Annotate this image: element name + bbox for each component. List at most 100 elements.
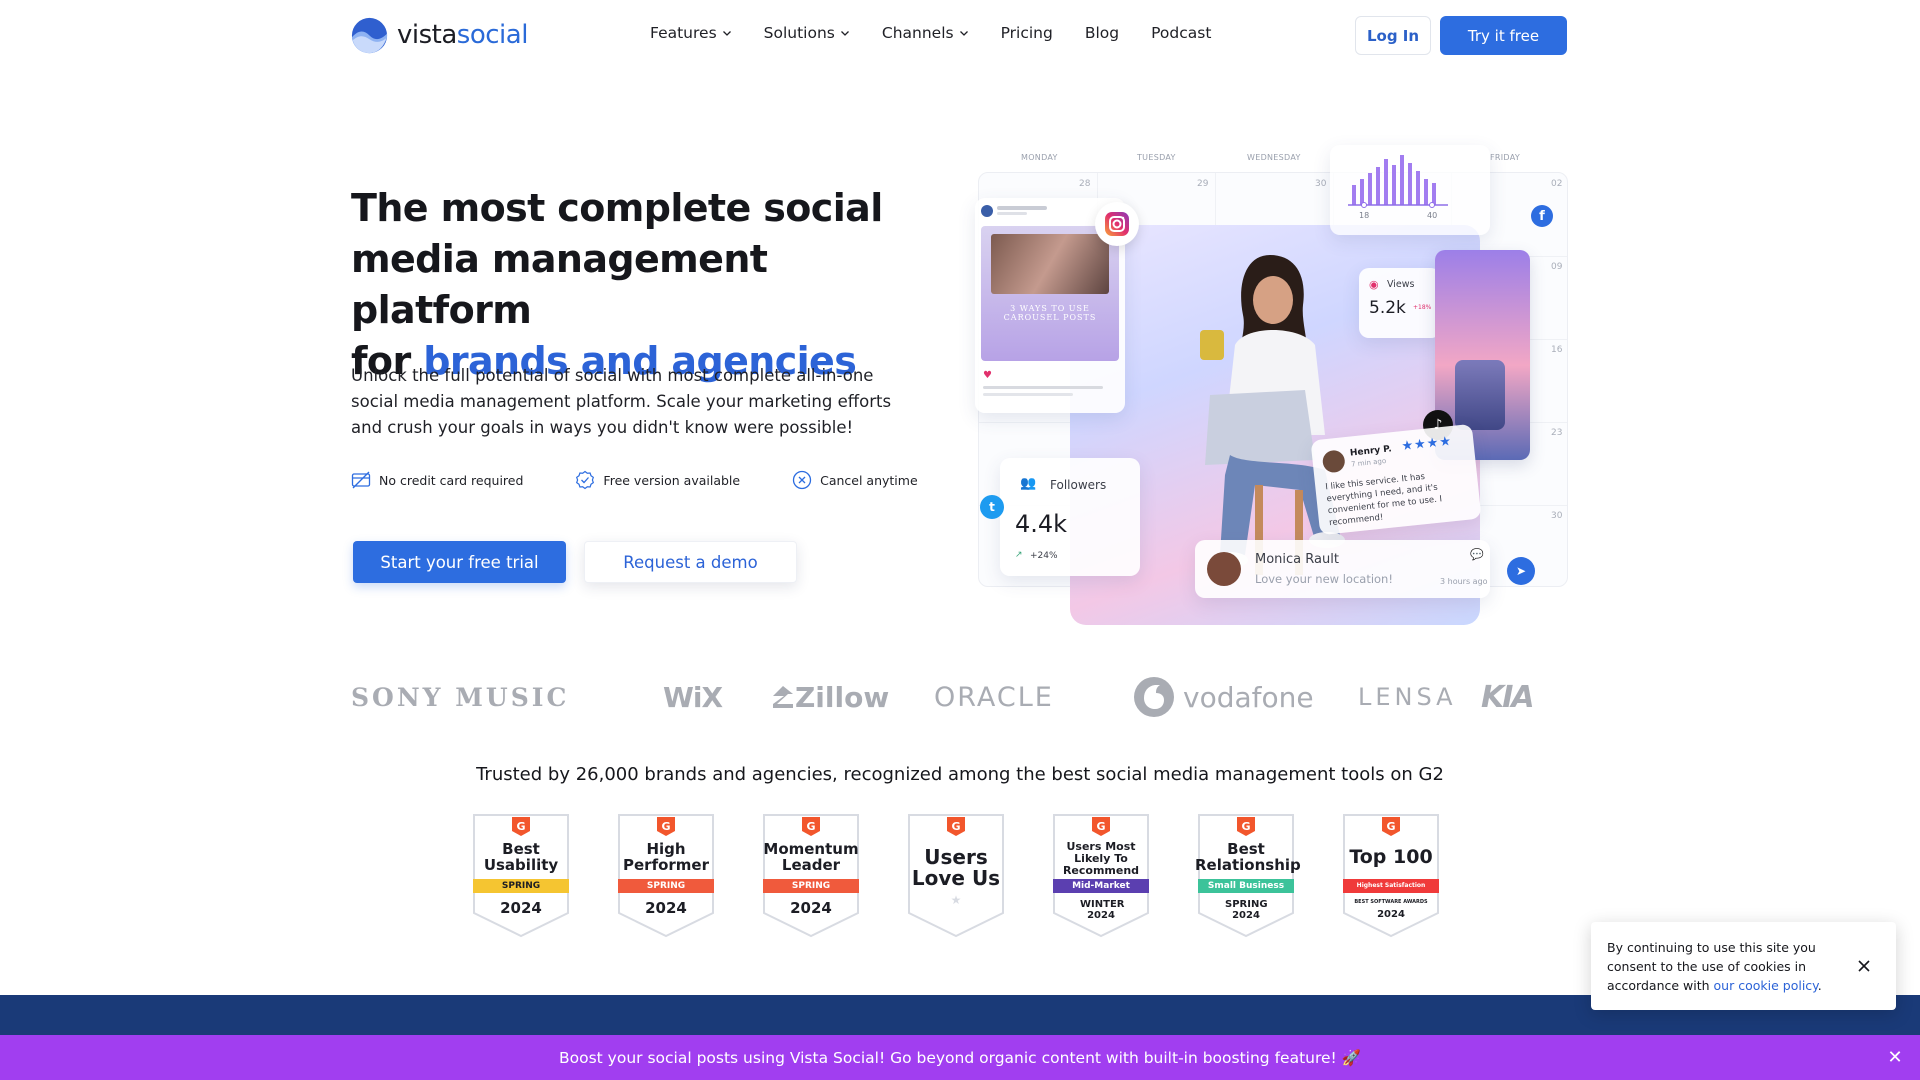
hero-title-line1: The most complete social <box>351 186 883 230</box>
badge-title: Best Usability <box>483 840 559 874</box>
menu-channels[interactable]: Channels <box>882 24 969 42</box>
views-label: Views <box>1387 279 1415 290</box>
menu-features[interactable]: Features <box>650 24 732 42</box>
post-image: 3 WAYS TO USE CAROUSEL POSTS <box>981 226 1119 361</box>
badge-ribbon: Highest Satisfaction Products <box>1343 879 1439 903</box>
sony-music-logo: SONY MUSIC <box>351 682 570 712</box>
main-menu: Features Solutions Channels Pricing Blog… <box>650 24 1243 42</box>
cal-date: 30 <box>1551 511 1563 521</box>
post-caption: 3 WAYS TO USE CAROUSEL POSTS <box>1003 304 1097 322</box>
badge-title: High Performer <box>623 840 709 874</box>
svg-text:G: G <box>806 820 815 833</box>
menu-features-label: Features <box>650 24 717 42</box>
vodafone-logo: vodafone <box>1133 672 1314 722</box>
zillow-mark-icon <box>773 686 793 708</box>
menu-blog-label: Blog <box>1084 24 1120 42</box>
g2-badge: G Momentum Leader SPRING 2024 <box>760 813 862 938</box>
cal-date: 23 <box>1551 428 1563 438</box>
svg-text:G: G <box>951 820 960 833</box>
chevron-down-icon <box>959 31 968 36</box>
try-free-button[interactable]: Try it free <box>1440 16 1567 55</box>
menu-solutions[interactable]: Solutions <box>764 24 850 42</box>
svg-text:G: G <box>661 820 670 833</box>
close-icon[interactable]: ✕ <box>1885 1047 1905 1068</box>
vistasocial-logo[interactable]: vistasocial <box>351 16 528 54</box>
followers-label: Followers <box>1050 478 1107 492</box>
followers-delta: +24% <box>1030 551 1058 561</box>
start-free-trial-button[interactable]: Start your free trial <box>353 541 566 583</box>
cal-date: 09 <box>1551 262 1563 272</box>
commenter-name: Monica Rault <box>1255 552 1339 567</box>
zillow-wordmark: Zillow <box>795 680 890 714</box>
badge-shield-icon: G <box>763 814 859 938</box>
cookie-text: By continuing to use this site you conse… <box>1607 940 1822 993</box>
instagram-icon <box>1095 202 1139 246</box>
badge-year: WINTER 2024 <box>1080 899 1125 921</box>
perk-cancel-anytime: Cancel anytime <box>792 470 918 490</box>
chat-icon: 💬 <box>1470 548 1484 561</box>
menu-podcast-label: Podcast <box>1151 24 1212 42</box>
customer-logos: SONY MUSIC WiX Zillow ORACLE vodafone LE… <box>351 672 1569 722</box>
hero-illustration: 28 29 30 02 06 09 13 16 23 30 MONDAY TUE… <box>975 145 1570 625</box>
cookie-policy-link[interactable]: our cookie policy <box>1714 978 1818 993</box>
badge-ribbon: Small Business <box>1198 879 1294 893</box>
send-icon: ➤ <box>1507 557 1535 585</box>
zillow-logo: Zillow <box>771 672 889 722</box>
arrow-up-right-icon: ↗ <box>1015 550 1023 560</box>
heart-icon: ♥ <box>983 370 992 381</box>
promo-text: Boost your social posts using Vista Soci… <box>559 1048 1361 1067</box>
badge-year: 2024 <box>645 899 687 917</box>
menu-pricing[interactable]: Pricing <box>1001 24 1053 42</box>
cookie-notice: By continuing to use this site you conse… <box>1591 922 1896 1010</box>
close-icon[interactable] <box>1855 957 1873 975</box>
views-value: 5.2k <box>1369 298 1406 318</box>
menu-podcast[interactable]: Podcast <box>1151 24 1211 42</box>
badge-year: 2024 <box>1377 909 1405 920</box>
perk-label: No credit card required <box>379 472 524 488</box>
hero-perks: No credit card required Free version ava… <box>351 470 970 490</box>
request-demo-button[interactable]: Request a demo <box>584 541 797 583</box>
badge-year: SPRING 2024 <box>1225 899 1268 921</box>
badge-year: 2024 <box>790 899 832 917</box>
chevron-down-icon <box>722 31 731 36</box>
top-nav: vistasocial Features Solutions Channels … <box>0 0 1920 70</box>
badge-shield-icon: G <box>473 814 569 938</box>
reviewer-name: Henry P. <box>1349 444 1393 459</box>
login-button[interactable]: Log In <box>1355 16 1431 55</box>
chart-tick: 40 <box>1427 211 1438 220</box>
check-badge-icon <box>576 470 595 490</box>
badge-year: 2024 <box>500 899 542 917</box>
comment-text: Love your new location! <box>1255 572 1393 586</box>
vodafone-mark-icon <box>1134 677 1174 717</box>
cal-date: 16 <box>1551 345 1563 355</box>
menu-pricing-label: Pricing <box>1000 24 1053 42</box>
promo-banner[interactable]: Boost your social posts using Vista Soci… <box>0 1035 1920 1080</box>
svg-text:G: G <box>516 820 525 833</box>
kia-logo: KIA <box>1481 679 1535 715</box>
reviewer-avatar <box>1321 449 1346 474</box>
cal-day: TUESDAY <box>1137 153 1176 162</box>
menu-blog[interactable]: Blog <box>1085 24 1119 42</box>
eye-icon: ◉ <box>1369 278 1379 291</box>
trusted-heading: Trusted by 26,000 brands and agencies, r… <box>476 764 1444 785</box>
g2-badge: G Best Usability SPRING 2024 <box>470 813 572 938</box>
badge-title: Momentum Leader <box>763 840 859 874</box>
star-icon: ★ <box>950 893 962 907</box>
lensa-logo: LENSA <box>1358 683 1457 711</box>
users-icon: 👥 <box>1020 476 1037 491</box>
cal-day: WEDNESDAY <box>1247 153 1301 162</box>
svg-text:G: G <box>1241 820 1250 833</box>
menu-solutions-label: Solutions <box>763 24 835 42</box>
badge-ribbon: Mid-Market <box>1053 879 1149 893</box>
badge-ribbon: SPRING <box>763 879 859 893</box>
vodafone-wordmark: vodafone <box>1183 680 1314 714</box>
cal-date: 29 <box>1197 179 1209 189</box>
svg-text:G: G <box>1386 820 1395 833</box>
post-avatar <box>981 205 993 217</box>
badge-title: Users Love Us <box>911 845 1001 890</box>
g2-badges: G Best Usability SPRING 2024 G High Performer… <box>470 813 1450 938</box>
followers-value: 4.4k <box>1015 510 1068 538</box>
cal-date: 30 <box>1315 179 1327 189</box>
review-text: I like this service. It has everything I… <box>1324 471 1443 529</box>
views-stat-card: ◉ Views 5.2k +18% <box>1359 268 1441 338</box>
